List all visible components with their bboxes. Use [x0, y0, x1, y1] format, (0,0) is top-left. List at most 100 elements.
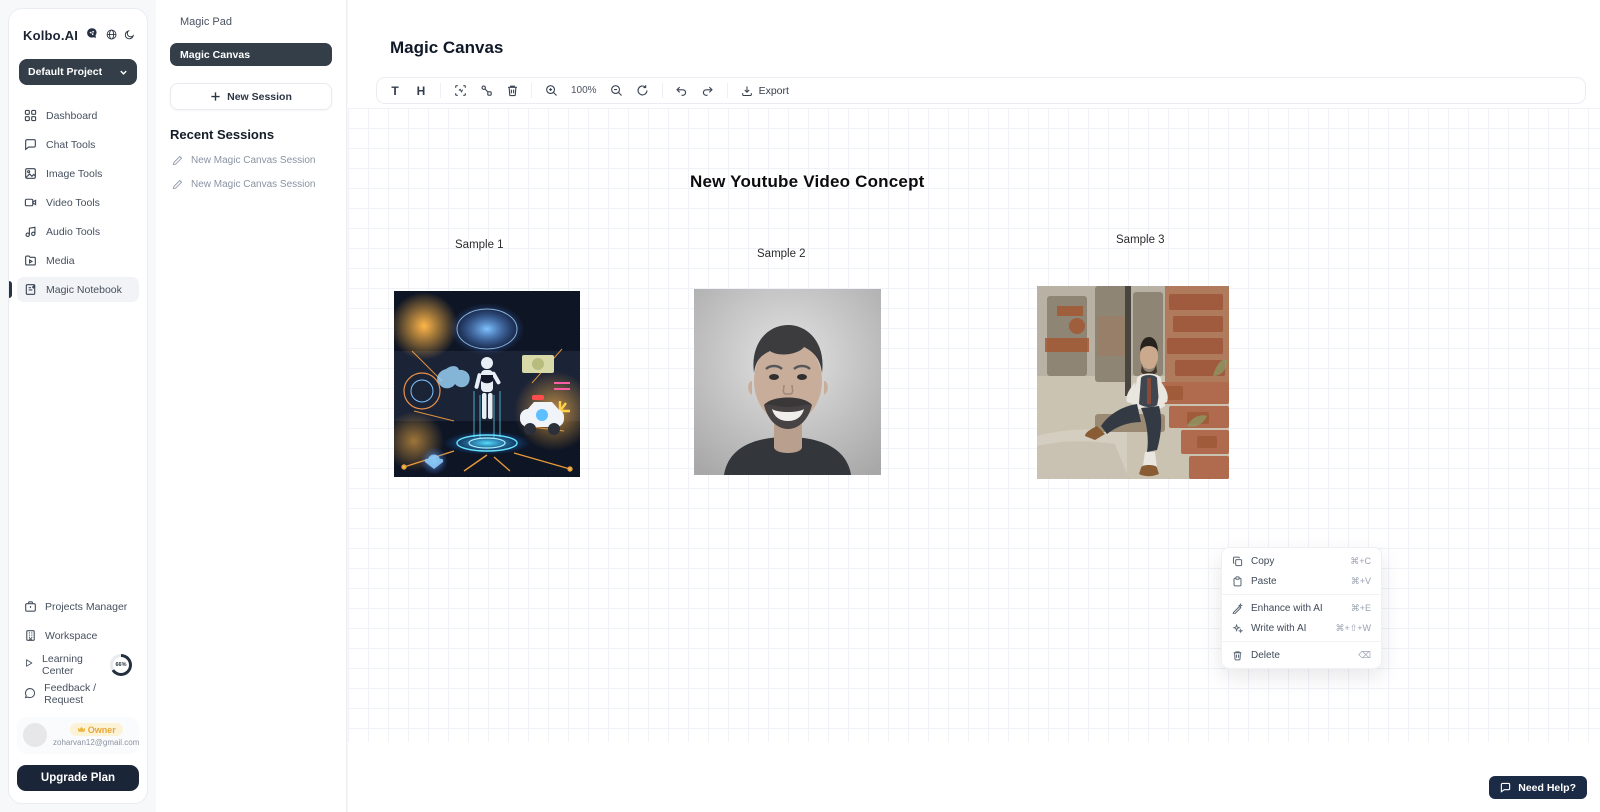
- rotate-reset-icon: [636, 84, 649, 97]
- audio-icon: [24, 225, 37, 238]
- zoom-in-icon: [545, 84, 558, 97]
- project-selector[interactable]: Default Project: [19, 59, 137, 85]
- session-list-item[interactable]: New Magic Canvas Session: [170, 155, 332, 166]
- brand-logo: Kolbo.AI: [23, 28, 78, 43]
- language-globe-icon[interactable]: [106, 29, 117, 42]
- new-session-button[interactable]: New Session: [170, 83, 332, 110]
- flow-connector-icon: [480, 84, 493, 97]
- user-account-card[interactable]: Owner zoharvan12@gmail.com: [17, 717, 139, 754]
- logo-row: Kolbo.AI: [17, 23, 139, 43]
- shortcut-label: ⌘+E: [1351, 603, 1371, 614]
- chevron-down-icon: [119, 68, 128, 77]
- sidebar-item-label: Feedback / Request: [44, 682, 132, 706]
- sidebar-item-video-tools[interactable]: Video Tools: [17, 190, 139, 215]
- flow-connector-tool-button[interactable]: [474, 80, 498, 101]
- context-menu-write-with-ai[interactable]: Write with AI ⌘+⇧+W: [1222, 618, 1381, 638]
- download-icon: [741, 85, 753, 97]
- sidebar-item-audio-tools[interactable]: Audio Tools: [17, 219, 139, 244]
- context-menu: Copy ⌘+C Paste ⌘+V Enhance with AI ⌘+E W…: [1221, 547, 1382, 669]
- crown-icon: [77, 725, 86, 734]
- dark-mode-moon-icon[interactable]: [124, 29, 135, 42]
- canvas-sample-1-label[interactable]: Sample 1: [455, 239, 504, 251]
- project-selector-label: Default Project: [28, 66, 102, 78]
- paste-icon: [1232, 576, 1243, 587]
- context-menu-paste[interactable]: Paste ⌘+V: [1222, 571, 1381, 591]
- canvas-sample-2-label[interactable]: Sample 2: [757, 248, 806, 260]
- context-menu-divider: [1222, 641, 1381, 642]
- copy-icon: [1232, 556, 1243, 567]
- sidebar-item-label: Audio Tools: [46, 226, 100, 238]
- trash-icon: [506, 84, 519, 97]
- magic-canvas-item-active[interactable]: Magic Canvas: [170, 43, 332, 66]
- toolbar-divider: [662, 83, 663, 98]
- canvas-heading-text[interactable]: New Youtube Video Concept: [690, 172, 925, 192]
- need-help-button[interactable]: Need Help?: [1489, 776, 1587, 799]
- sidebar-item-image-tools[interactable]: Image Tools: [17, 161, 139, 186]
- chat-icon: [24, 138, 37, 151]
- sidebar-item-feedback[interactable]: Feedback / Request: [17, 680, 139, 707]
- sidebar-item-media[interactable]: Media: [17, 248, 139, 273]
- sidebar-item-label: Chat Tools: [46, 139, 95, 151]
- ai-select-icon: [454, 84, 467, 97]
- canvas-grid[interactable]: New Youtube Video Concept Sample 1 Sampl…: [348, 108, 1600, 742]
- sidebar-item-label: Image Tools: [46, 168, 102, 180]
- magic-pad-item[interactable]: Magic Pad: [170, 12, 332, 30]
- shortcut-label: ⌫: [1358, 650, 1371, 661]
- toolbar-divider: [531, 83, 532, 98]
- canvas-sample-3-label[interactable]: Sample 3: [1116, 234, 1165, 246]
- media-folder-icon: [24, 254, 37, 267]
- avatar: [23, 723, 47, 747]
- zoom-out-button[interactable]: [605, 80, 629, 101]
- sidebar-item-label: Learning Center: [42, 653, 100, 677]
- session-list-item[interactable]: New Magic Canvas Session: [170, 179, 332, 190]
- sidebar-item-dashboard[interactable]: Dashboard: [17, 103, 139, 128]
- canvas-toolbar: T H 100% Export: [376, 77, 1586, 104]
- export-button[interactable]: Export: [735, 85, 795, 97]
- zoom-level-value[interactable]: 100%: [565, 85, 603, 96]
- ai-select-tool-button[interactable]: [448, 80, 472, 101]
- context-menu-enhance-with-ai[interactable]: Enhance with AI ⌘+E: [1222, 598, 1381, 618]
- page-title: Magic Canvas: [390, 38, 503, 58]
- undo-icon: [675, 84, 688, 97]
- sidebar-item-label: Workspace: [45, 630, 97, 642]
- notebook-icon: [24, 283, 37, 296]
- context-menu-copy[interactable]: Copy ⌘+C: [1222, 551, 1381, 571]
- toolbar-divider: [727, 83, 728, 98]
- context-menu-divider: [1222, 594, 1381, 595]
- heading-tool-button[interactable]: H: [409, 80, 433, 101]
- magic-wand-icon: [1232, 603, 1243, 614]
- sidebar-item-label: Media: [46, 255, 75, 267]
- help-chat-icon: [1500, 782, 1511, 793]
- user-email: zoharvan12@gmail.com: [53, 738, 139, 747]
- sessions-panel: Magic Pad Magic Canvas New Session Recen…: [156, 0, 347, 812]
- toolbar-divider: [440, 83, 441, 98]
- feedback-icon: [24, 687, 36, 700]
- main-area: Magic Canvas T H 100%: [348, 0, 1600, 812]
- zoom-out-icon: [610, 84, 623, 97]
- sidebar-footer: Projects Manager Workspace Learning Cent…: [17, 593, 139, 791]
- text-tool-button[interactable]: T: [383, 80, 407, 101]
- pencil-icon: [172, 179, 183, 190]
- sidebar-nav: Dashboard Chat Tools Image Tools Video T…: [17, 103, 139, 302]
- upgrade-plan-button[interactable]: Upgrade Plan: [17, 765, 139, 791]
- reset-view-button[interactable]: [631, 80, 655, 101]
- sidebar-item-projects-manager[interactable]: Projects Manager: [17, 593, 139, 620]
- video-icon: [24, 196, 37, 209]
- sample-1-image[interactable]: [394, 291, 580, 477]
- delete-tool-button[interactable]: [500, 80, 524, 101]
- shortcut-label: ⌘+⇧+W: [1335, 623, 1371, 634]
- zoom-in-button[interactable]: [539, 80, 563, 101]
- undo-button[interactable]: [670, 80, 694, 101]
- shortcut-label: ⌘+C: [1350, 556, 1371, 567]
- sample-2-image[interactable]: [694, 289, 881, 475]
- sidebar-item-chat-tools[interactable]: Chat Tools: [17, 132, 139, 157]
- sample-3-image[interactable]: [1037, 286, 1229, 479]
- redo-button[interactable]: [696, 80, 720, 101]
- trash-icon: [1232, 650, 1243, 661]
- sidebar-item-label: Magic Notebook: [46, 284, 122, 296]
- sidebar-item-learning-center[interactable]: Learning Center 66%: [17, 651, 139, 678]
- sidebar-item-magic-notebook[interactable]: Magic Notebook: [17, 277, 139, 302]
- sidebar-item-workspace[interactable]: Workspace: [17, 622, 139, 649]
- briefcase-icon: [24, 600, 37, 613]
- context-menu-delete[interactable]: Delete ⌫: [1222, 645, 1381, 665]
